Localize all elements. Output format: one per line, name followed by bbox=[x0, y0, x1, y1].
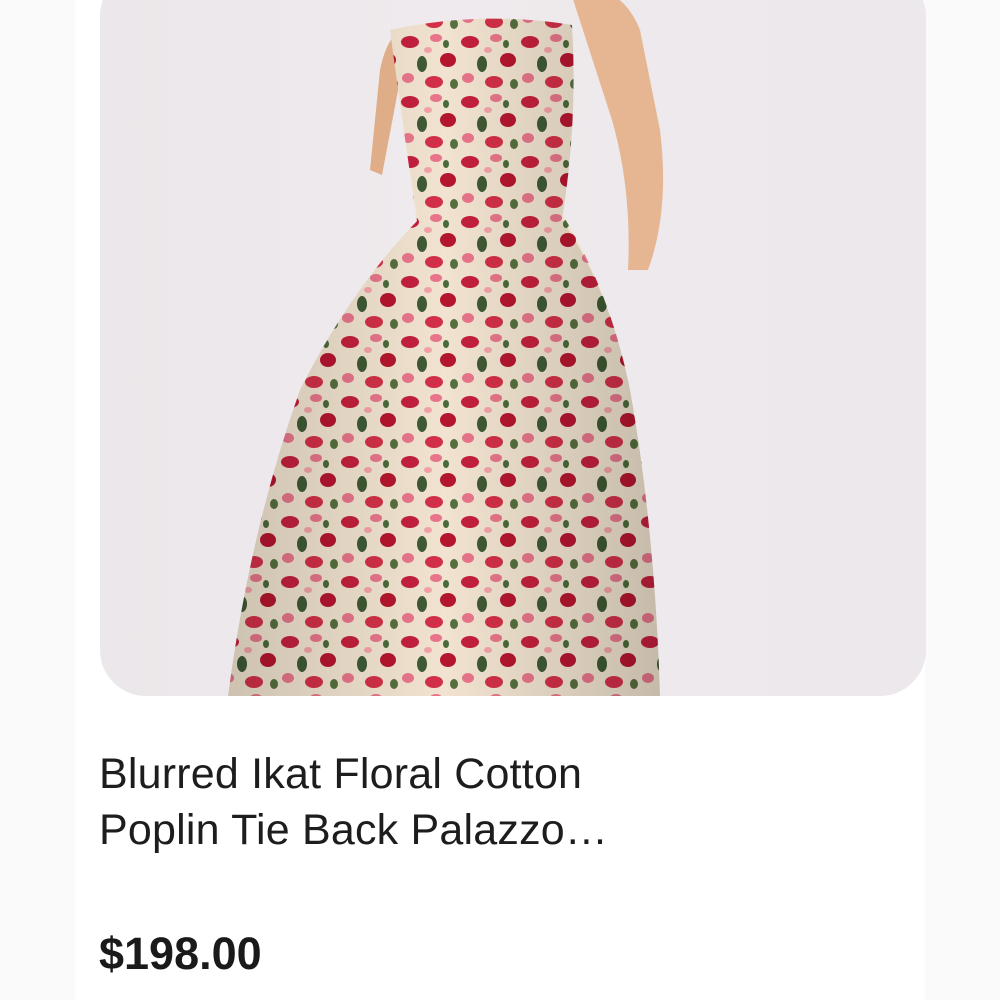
product-image[interactable] bbox=[100, 0, 926, 696]
product-card[interactable]: Blurred Ikat Floral Cotton Poplin Tie Ba… bbox=[75, 0, 926, 1000]
product-title[interactable]: Blurred Ikat Floral Cotton Poplin Tie Ba… bbox=[99, 746, 899, 858]
product-price: $198.00 bbox=[99, 928, 262, 979]
dress-illustration bbox=[228, 0, 664, 696]
product-title-line-2: Poplin Tie Back Palazzo… bbox=[99, 806, 609, 854]
page: Blurred Ikat Floral Cotton Poplin Tie Ba… bbox=[0, 0, 1000, 1000]
product-title-line-1: Blurred Ikat Floral Cotton bbox=[99, 750, 583, 798]
